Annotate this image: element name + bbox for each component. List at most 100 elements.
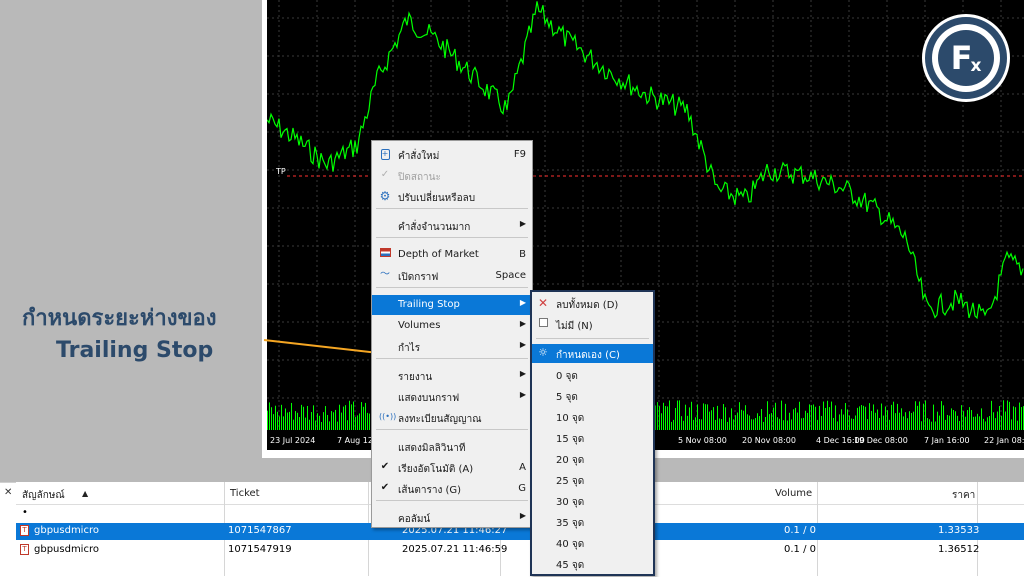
trailing-option-label: 30 จุด [556, 497, 585, 508]
menu-separator [376, 208, 528, 209]
menu-item-10[interactable]: แสดงบนกราฟ ▶ [372, 387, 532, 407]
trailing-option-label: 40 จุด [556, 539, 585, 550]
menu-separator [376, 237, 528, 238]
position-icon: T [20, 544, 29, 555]
menu-item-label: กำไร [398, 343, 421, 354]
menu-item-1: ✓ ปิดสถานะ [372, 166, 532, 186]
new-order-icon: + [380, 149, 390, 160]
trailing-option-9[interactable]: 30 จุด [532, 491, 653, 510]
menu-item-label: แสดงมิลลิวินาที [398, 443, 466, 454]
trailing-stop-submenu[interactable]: ✕ ลบทั้งหมด (D) ไม่มี (N) ☼ กำหนดเอง (C) 0 จุ… [530, 290, 655, 576]
header-price[interactable]: ราคา [952, 488, 975, 503]
trailing-option-label: 20 จุด [556, 455, 585, 466]
menu-item-depth-of-market[interactable]: Depth of Market B [372, 245, 532, 265]
menu-item-g[interactable]: ✔ เส้นตาราง (G) G [372, 479, 532, 499]
cell-symbol: gbpusdmicro [34, 525, 99, 536]
trailing-option-10[interactable]: 35 จุด [532, 512, 653, 531]
context-menu[interactable]: + คำสั่งใหม่ F9 ✓ ปิดสถานะ ⚙ ปรับเปลี่ยนหรือลบ… [371, 140, 533, 528]
menu-item-0[interactable]: + คำสั่งใหม่ F9 [372, 145, 532, 165]
group-dot: • [22, 507, 28, 518]
menu-item-5[interactable]: 〜 เปิดกราฟ Space [372, 266, 532, 286]
trailing-option-6[interactable]: 15 จุด [532, 428, 653, 447]
menu-item-label: เรียงอัตโนมัติ (A) [398, 464, 474, 475]
menu-item-label: Trailing Stop [398, 299, 460, 310]
menu-item-9[interactable]: รายงาน ▶ [372, 366, 532, 386]
position-icon: T [20, 525, 29, 536]
check-icon: ✔ [380, 461, 390, 472]
menu-item-label: ลงทะเบียนสัญญาณ [398, 414, 482, 425]
menu-item-label: คอลัมน์ [398, 514, 431, 525]
menu-item-15[interactable]: คอลัมน์ ▶ [372, 508, 532, 528]
trailing-option-0[interactable]: ✕ ลบทั้งหมด (D) [532, 294, 653, 313]
header-ticket[interactable]: Ticket [230, 488, 260, 499]
submenu-arrow-icon: ▶ [519, 219, 526, 228]
submenu-arrow-icon: ▶ [519, 390, 526, 399]
close-panel-icon[interactable]: ✕ [4, 487, 12, 498]
trailing-option-4[interactable]: 5 จุด [532, 386, 653, 405]
trailing-option-12[interactable]: 45 จุด [532, 554, 653, 573]
menu-separator [536, 338, 649, 339]
trailing-option-label: ลบทั้งหมด (D) [556, 300, 619, 311]
trailing-option-label: 10 จุด [556, 413, 585, 424]
menu-item-8[interactable]: กำไร ▶ [372, 337, 532, 357]
trailing-option-label: กำหนดเอง (C) [556, 350, 620, 361]
trailing-option-1[interactable]: ไม่มี (N) [532, 315, 653, 334]
cell-volume: 0.1 / 0 [784, 544, 816, 555]
submenu-arrow-icon: ▶ [519, 369, 526, 378]
trailing-option-label: 35 จุด [556, 518, 585, 529]
checkbox-icon [537, 318, 549, 330]
menu-item-label: แสดงบนกราฟ [398, 393, 460, 404]
cell-ticket: 1071547867 [228, 525, 292, 536]
trailing-option-11[interactable]: 40 จุด [532, 533, 653, 552]
menu-item-label: Volumes [398, 320, 441, 331]
chart-icon: 〜 [380, 269, 390, 280]
table-row[interactable]: Tgbpusdmicro 1071547919 2025.07.21 11:46:5… [16, 542, 1024, 559]
menu-separator [376, 358, 528, 359]
header-volume[interactable]: Volume [775, 488, 812, 499]
trailing-option-8[interactable]: 25 จุด [532, 470, 653, 489]
menu-item-shortcut: Space [495, 270, 526, 281]
menu-separator [376, 287, 528, 288]
sort-arrow-icon[interactable]: ▲ [82, 489, 88, 498]
menu-item-shortcut: G [518, 483, 526, 494]
cell-symbol: gbpusdmicro [34, 544, 99, 555]
menu-item-shortcut: A [519, 462, 526, 473]
menu-item-label: ปรับเปลี่ยนหรือลบ [398, 193, 476, 204]
trailing-option-label: 5 จุด [556, 392, 578, 403]
trailing-option-2[interactable]: ☼ กำหนดเอง (C) [532, 344, 653, 363]
menu-item-11[interactable]: ((•)) ลงทะเบียนสัญญาณ [372, 408, 532, 428]
check-icon: ✔ [380, 482, 390, 493]
cell-ticket: 1071547919 [228, 544, 292, 555]
header-symbol[interactable]: สัญลักษณ์ [22, 488, 65, 503]
trailing-option-label: ไม่มี (N) [556, 321, 593, 332]
menu-item-volumes[interactable]: Volumes ▶ [372, 316, 532, 336]
menu-item-12[interactable]: แสดงมิลลิวินาที [372, 437, 532, 457]
menu-item-label: เปิดกราฟ [398, 272, 439, 283]
trailing-option-label: 15 จุด [556, 434, 585, 445]
gear-icon: ⚙ [379, 189, 391, 203]
menu-separator [376, 500, 528, 501]
menu-item-label: คำสั่งใหม่ [398, 151, 440, 162]
menu-item-3[interactable]: คำสั่งจำนวนมาก ▶ [372, 216, 532, 236]
menu-item-label: Depth of Market [398, 249, 479, 260]
menu-item-shortcut: B [519, 249, 526, 260]
trailing-option-5[interactable]: 10 จุด [532, 407, 653, 426]
menu-item-2[interactable]: ⚙ ปรับเปลี่ยนหรือลบ [372, 187, 532, 207]
cell-price: 1.33533 [938, 525, 980, 536]
submenu-arrow-icon: ▶ [519, 298, 526, 307]
submenu-arrow-icon: ▶ [519, 340, 526, 349]
submenu-arrow-icon: ▶ [519, 511, 526, 520]
trailing-option-7[interactable]: 20 จุด [532, 449, 653, 468]
trailing-option-label: 45 จุด [556, 560, 585, 571]
menu-item-a[interactable]: ✔ เรียงอัตโนมัติ (A) A [372, 458, 532, 478]
check-icon: ✓ [380, 169, 390, 180]
menu-item-label: รายงาน [398, 372, 433, 383]
delete-icon: ✕ [537, 296, 549, 310]
cell-price: 1.36512 [938, 544, 980, 555]
trailing-option-label: 0 จุด [556, 371, 578, 382]
trailing-option-label: 25 จุด [556, 476, 585, 487]
menu-item-label: ปิดสถานะ [398, 172, 441, 183]
menu-item-trailing-stop[interactable]: Trailing Stop ▶ [372, 295, 532, 315]
submenu-arrow-icon: ▶ [519, 319, 526, 328]
trailing-option-3[interactable]: 0 จุด [532, 365, 653, 384]
